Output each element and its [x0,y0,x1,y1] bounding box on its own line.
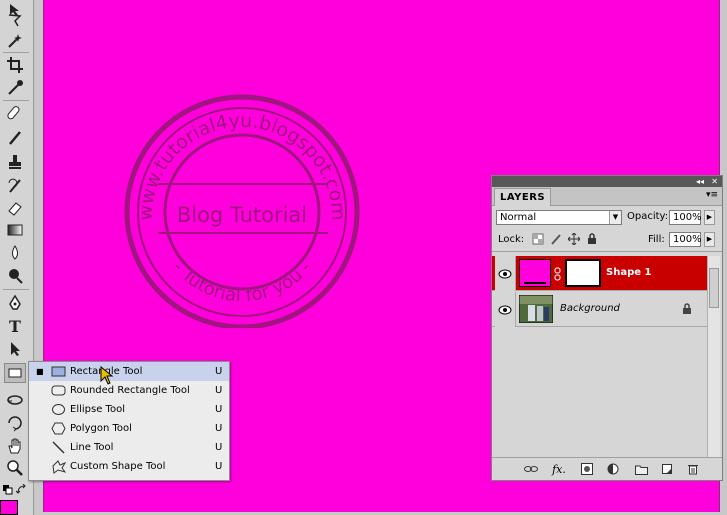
default-colors-icon[interactable] [1,480,15,500]
layers-panel: ◂◂ ✕ LAYERS ▾≡ Normal ▼ Opacity: 100% ▶ … [491,175,723,481]
panel-menu-icon[interactable]: ▾≡ [706,190,718,200]
lock-row: Lock: Fill: 100% ▶ [492,229,722,252]
flyout-item-custom-shape[interactable]: Custom Shape Tool U [29,457,229,476]
blend-mode-select[interactable]: Normal ▼ [496,210,622,225]
layer-name: Shape 1 [606,267,652,278]
opacity-field[interactable]: 100% [669,210,702,225]
lock-all-icon[interactable] [586,233,598,248]
adjustment-layer-icon[interactable] [606,462,620,476]
flyout-item-label: Rounded Rectangle Tool [70,385,190,396]
path-selection-icon[interactable] [4,339,26,359]
fx-icon[interactable]: fx. [552,462,566,476]
3d-orbit-icon[interactable] [4,413,26,433]
lock-position-icon[interactable] [567,232,581,248]
eyedropper-icon[interactable] [4,78,26,98]
flyout-item-label: Custom Shape Tool [70,461,166,472]
zoom-tool-icon[interactable] [4,458,26,478]
layer-row-shape-1[interactable]: Shape 1 [492,256,710,291]
rounded-rectangle-icon [51,385,66,396]
scrollbar-thumb[interactable] [709,268,719,308]
layers-footer: fx. [492,457,722,480]
3d-rotate-icon[interactable] [4,390,26,410]
mouse-cursor-icon [100,366,114,385]
shape-tool-flyout: ■ Rectangle Tool U Rounded Rectangle Too… [28,361,230,481]
eye-icon[interactable] [495,256,516,291]
vector-mask-thumbnail [565,259,601,287]
opacity-label: Opacity: [627,211,669,222]
flyout-item-shortcut: U [215,385,223,396]
tab-layers[interactable]: LAYERS [494,188,552,206]
polygon-icon [51,422,66,435]
fill-field[interactable]: 100% [669,232,702,247]
opacity-slider-icon[interactable]: ▶ [704,210,715,225]
add-mask-icon[interactable] [580,462,594,476]
flyout-item-line[interactable]: Line Tool U [29,438,229,457]
flyout-item-polygon[interactable]: Polygon Tool U [29,419,229,438]
lock-label: Lock: [498,234,525,245]
flyout-item-label: Ellipse Tool [70,404,125,415]
selected-marker: ■ [36,367,44,376]
watermark-center-text: Blog Tutorial [177,203,307,227]
svg-text:T: T [9,317,21,335]
flyout-item-shortcut: U [215,442,223,453]
gradient-tool-icon[interactable] [4,220,26,240]
eye-icon[interactable] [495,292,516,327]
chevron-down-icon: ▼ [609,211,621,224]
link-layers-icon[interactable] [524,462,538,476]
blur-tool-icon[interactable] [4,243,26,263]
layers-scrollbar[interactable] [707,256,720,462]
history-brush-icon[interactable] [4,176,26,196]
watermark-stamp: www.tutorial4yu.blogspot.com Blog Tutori… [124,94,360,328]
flyout-item-shortcut: U [215,423,223,434]
lock-pixels-icon[interactable] [550,233,562,248]
flyout-item-shortcut: U [215,461,223,472]
watermark-bottom-text: - Tutorial for you - [168,257,316,306]
flyout-item-rounded-rectangle[interactable]: Rounded Rectangle Tool U [29,381,229,400]
rectangle-icon [51,366,66,377]
swap-colors-icon[interactable] [16,480,28,500]
flyout-item-shortcut: U [215,366,223,377]
magic-wand-icon[interactable] [4,31,26,51]
ellipse-icon [52,404,65,415]
eraser-icon[interactable] [4,198,26,218]
custom-shape-icon [52,460,66,474]
brush-tool-icon[interactable] [4,128,26,148]
background-thumbnail [519,295,553,323]
hand-tool-icon[interactable] [4,436,26,456]
fill-slider-icon[interactable]: ▶ [704,232,715,247]
fill-label: Fill: [648,234,665,245]
new-layer-icon[interactable] [660,462,674,476]
pen-tool-icon[interactable] [4,293,26,313]
line-icon [52,441,65,454]
blend-row: Normal ▼ Opacity: 100% ▶ [492,206,722,229]
crop-tool-icon[interactable] [4,55,26,75]
flyout-item-label: Polygon Tool [70,423,132,434]
lasso-tool-icon[interactable] [4,10,26,30]
panel-titlebar: ◂◂ ✕ [492,176,722,187]
panel-tab-row: LAYERS ▾≡ [492,187,722,206]
type-tool-icon[interactable]: T [4,316,26,336]
dodge-tool-icon[interactable] [4,266,26,286]
new-group-icon[interactable] [634,462,648,476]
close-icon[interactable]: ✕ [711,176,718,187]
flyout-item-shortcut: U [215,404,223,415]
flyout-item-ellipse[interactable]: Ellipse Tool U [29,400,229,419]
layer-thumbnail [519,259,551,287]
delete-layer-icon[interactable] [686,462,700,476]
flyout-item-rectangle[interactable]: ■ Rectangle Tool U [29,362,229,381]
foreground-color-swatch[interactable] [0,500,18,515]
rectangle-tool-icon[interactable] [4,363,26,383]
layer-row-background[interactable]: Background [492,292,710,327]
layer-name: Background [560,303,620,314]
clone-stamp-icon[interactable] [4,152,26,172]
blend-mode-value: Normal [500,212,537,223]
collapse-icon[interactable]: ◂◂ [696,176,704,187]
healing-brush-icon[interactable] [4,104,26,124]
flyout-item-label: Line Tool [70,442,114,453]
link-icon[interactable] [554,267,562,281]
lock-transparency-icon[interactable] [532,233,544,248]
lock-icon [683,303,691,314]
